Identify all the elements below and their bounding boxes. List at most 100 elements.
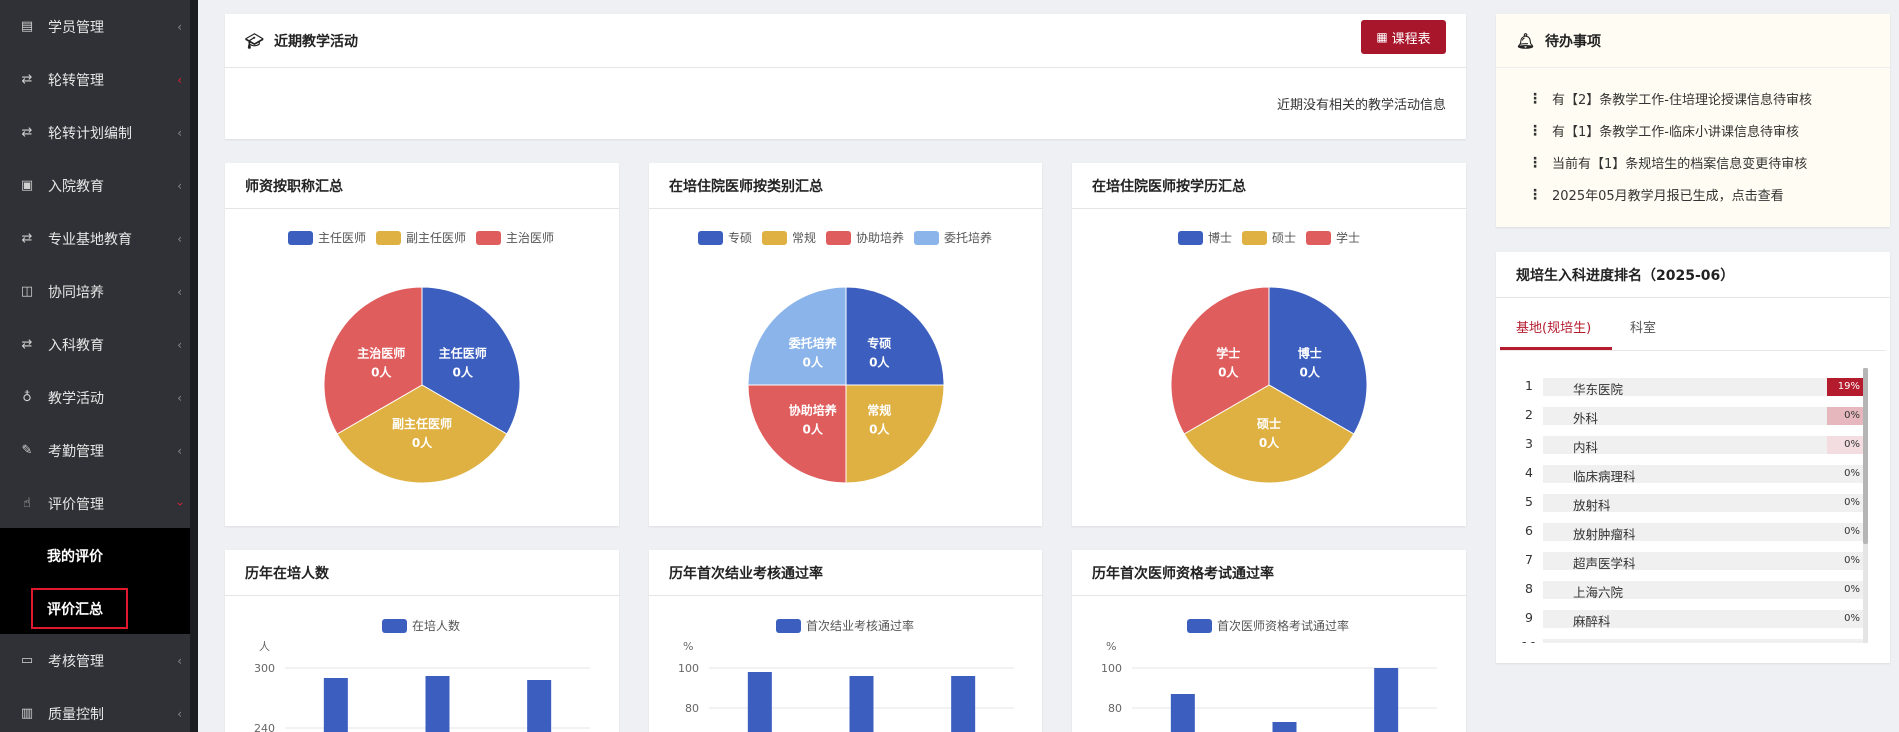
ranking-name: 临床病理科 xyxy=(1573,469,1636,484)
sidebar-item-0[interactable]: ▤ 学员管理 ‹ xyxy=(0,0,190,53)
bar[interactable] xyxy=(951,676,976,732)
ranking-row: 3 内科 0% xyxy=(1519,436,1874,455)
legend-item[interactable]: 专硕 xyxy=(698,229,752,246)
ranking-row: 10 妇产科医院 xyxy=(1519,639,1874,643)
bookmark-icon: ◫ xyxy=(20,284,34,299)
pie-slice[interactable] xyxy=(747,384,847,484)
ranking-bar: 内科 0% xyxy=(1543,436,1863,455)
ranking-row: 4 临床病理科 0% xyxy=(1519,465,1874,484)
sidebar-item-7[interactable]: ♁ 教学活动 ‹ xyxy=(0,371,190,424)
ranking-percent: 0% xyxy=(1844,555,1860,566)
pie-slice-value: 0人 xyxy=(453,364,474,379)
sidebar-item-6[interactable]: ⇄ 入科教育 ‹ xyxy=(0,318,190,371)
sidebar-item-label: 考核管理 xyxy=(48,653,104,670)
todo-item[interactable]: ⋮ 当前有【1】条规培生的档案信息变更待审核 xyxy=(1528,153,1807,173)
pie-slice[interactable] xyxy=(845,384,945,484)
sidebar-item-2[interactable]: ⇄ 轮转计划编制 ‹ xyxy=(0,106,190,159)
submenu-item-my-evaluation[interactable]: 我的评价 xyxy=(47,546,103,566)
ranking-row: 1 华东医院 19% xyxy=(1519,378,1874,397)
bar[interactable] xyxy=(849,676,874,732)
pie-slice-value: 0人 xyxy=(371,364,392,379)
schedule-button[interactable]: ▦ 课程表 xyxy=(1361,20,1446,54)
legend-item[interactable]: 主任医师 xyxy=(288,229,366,246)
pie-slice[interactable] xyxy=(845,286,945,386)
todo-item[interactable]: ⋮ 有【1】条教学工作-临床小讲课信息待审核 xyxy=(1528,121,1799,141)
legend-label: 副主任医师 xyxy=(406,231,467,245)
legend-item[interactable]: 博士 xyxy=(1178,229,1232,246)
ranking-name: 上海六院 xyxy=(1573,585,1624,600)
legend-item[interactable]: 协助培养 xyxy=(826,229,904,246)
ranking-name: 妇产科医院 xyxy=(1573,640,1636,643)
legend-item[interactable]: 常规 xyxy=(762,229,816,246)
ellipsis-vertical-icon: ⋮ xyxy=(1528,122,1542,139)
brush-icon: ✎ xyxy=(21,443,33,458)
ranking-name: 华东医院 xyxy=(1573,382,1624,397)
pie-slice-value: 0人 xyxy=(1218,364,1239,379)
tab-department[interactable]: 科室 xyxy=(1630,317,1656,336)
id-card-icon: ▤ xyxy=(20,19,34,34)
ranking-bar: 妇产科医院 xyxy=(1543,639,1863,643)
sidebar-item-3[interactable]: ▣ 入院教育 ‹ xyxy=(0,159,190,212)
legend-swatch xyxy=(826,230,852,245)
bar-chart: 人 300 240 xyxy=(254,640,590,732)
bar-title-trainees: 历年在培人数 xyxy=(245,565,329,582)
ranking-bar: 超声医学科 0% xyxy=(1543,552,1863,571)
legend-item[interactable]: 硕士 xyxy=(1242,229,1296,246)
sidebar-item-10[interactable]: ▭ 考核管理 ‹ xyxy=(0,634,190,687)
todo-header: 🔔︎ 待办事项 xyxy=(1496,14,1890,68)
sidebar-item-8[interactable]: ✎ 考勤管理 ‹ xyxy=(0,424,190,477)
legend-label: 委托培养 xyxy=(944,231,993,245)
graduation-cap-icon: 🎓︎ xyxy=(245,31,265,50)
ranking-percent: 0% xyxy=(1844,613,1860,624)
sidebar-item-4[interactable]: ⇄ 专业基地教育 ‹ xyxy=(0,212,190,265)
ranking-name: 麻醉科 xyxy=(1573,614,1611,629)
bar[interactable] xyxy=(1374,668,1399,732)
sidebar-item-label: 教学活动 xyxy=(48,390,104,407)
pie-slice-value: 0人 xyxy=(869,355,890,370)
sidebar-item-5[interactable]: ◫ 协同培养 ‹ xyxy=(0,265,190,318)
bar-chart: % 100 80 xyxy=(678,640,1014,732)
ranking-name: 放射肿瘤科 xyxy=(1573,527,1636,542)
sidebar-item-1[interactable]: ⇄ 轮转管理 ‹ xyxy=(0,53,190,106)
todo-item[interactable]: ⋮ 有【2】条教学工作-住培理论授课信息待审核 xyxy=(1528,89,1812,109)
ranking-scrollbar-thumb[interactable] xyxy=(1863,368,1868,544)
bar[interactable] xyxy=(747,672,772,732)
sidebar-item-9[interactable]: ☝ 评价管理 ‹ xyxy=(0,477,190,530)
bar[interactable] xyxy=(425,676,450,732)
schedule-button-label: 课程表 xyxy=(1391,31,1431,47)
ellipsis-vertical-icon: ⋮ xyxy=(1528,186,1542,203)
bar-chart: % 100 80 xyxy=(1101,640,1437,732)
bar-title-completion: 历年首次结业考核通过率 xyxy=(669,565,823,582)
legend-label: 主任医师 xyxy=(318,231,367,245)
no-activity-text: 近期没有相关的教学活动信息 xyxy=(1276,98,1446,113)
legend-item[interactable]: 副主任医师 xyxy=(376,229,466,246)
bar[interactable] xyxy=(323,678,348,732)
ranking-bar: 华东医院 19% xyxy=(1543,378,1863,397)
ranking-percent: 0% xyxy=(1844,468,1860,479)
pie-title-education: 在培住院医师按学历汇总 xyxy=(1092,178,1246,195)
ranking-rank: 4 xyxy=(1525,465,1533,480)
ranking-title: 规培生入科进度排名（2025-06） xyxy=(1516,267,1735,284)
sidebar-item-label: 考勤管理 xyxy=(48,443,104,460)
bar[interactable] xyxy=(1272,722,1297,732)
legend-item[interactable]: 委托培养 xyxy=(914,229,992,246)
bar[interactable] xyxy=(527,680,552,732)
ranking-row: 5 放射科 0% xyxy=(1519,494,1874,513)
ranking-rank: 3 xyxy=(1525,436,1533,451)
pie-slice-label: 委托培养 xyxy=(788,336,837,351)
chevron-left-icon: ‹ xyxy=(177,653,182,668)
bar[interactable] xyxy=(1170,694,1195,732)
chevron-left-icon: ‹ xyxy=(177,337,182,352)
legend-item[interactable]: 学士 xyxy=(1306,229,1360,246)
todo-item[interactable]: ⋮ 2025年05月教学月报已生成，点击查看 xyxy=(1528,185,1784,205)
sidebar-item-11[interactable]: ▥ 质量控制 ‹ xyxy=(0,687,190,732)
chevron-left-icon: ‹ xyxy=(177,125,182,140)
chevron-left-icon: ‹ xyxy=(177,390,182,405)
pie-chart: 主任医师0人副主任医师0人主治医师0人 xyxy=(323,286,521,484)
legend-item[interactable]: 主治医师 xyxy=(476,229,554,246)
pie-slice-value: 0人 xyxy=(803,355,824,370)
ranking-name: 内科 xyxy=(1573,440,1599,455)
ranking-rank: 1 xyxy=(1525,378,1533,393)
tab-base[interactable]: 基地(规培生) xyxy=(1516,317,1591,336)
ranking-rank: 2 xyxy=(1525,407,1533,422)
